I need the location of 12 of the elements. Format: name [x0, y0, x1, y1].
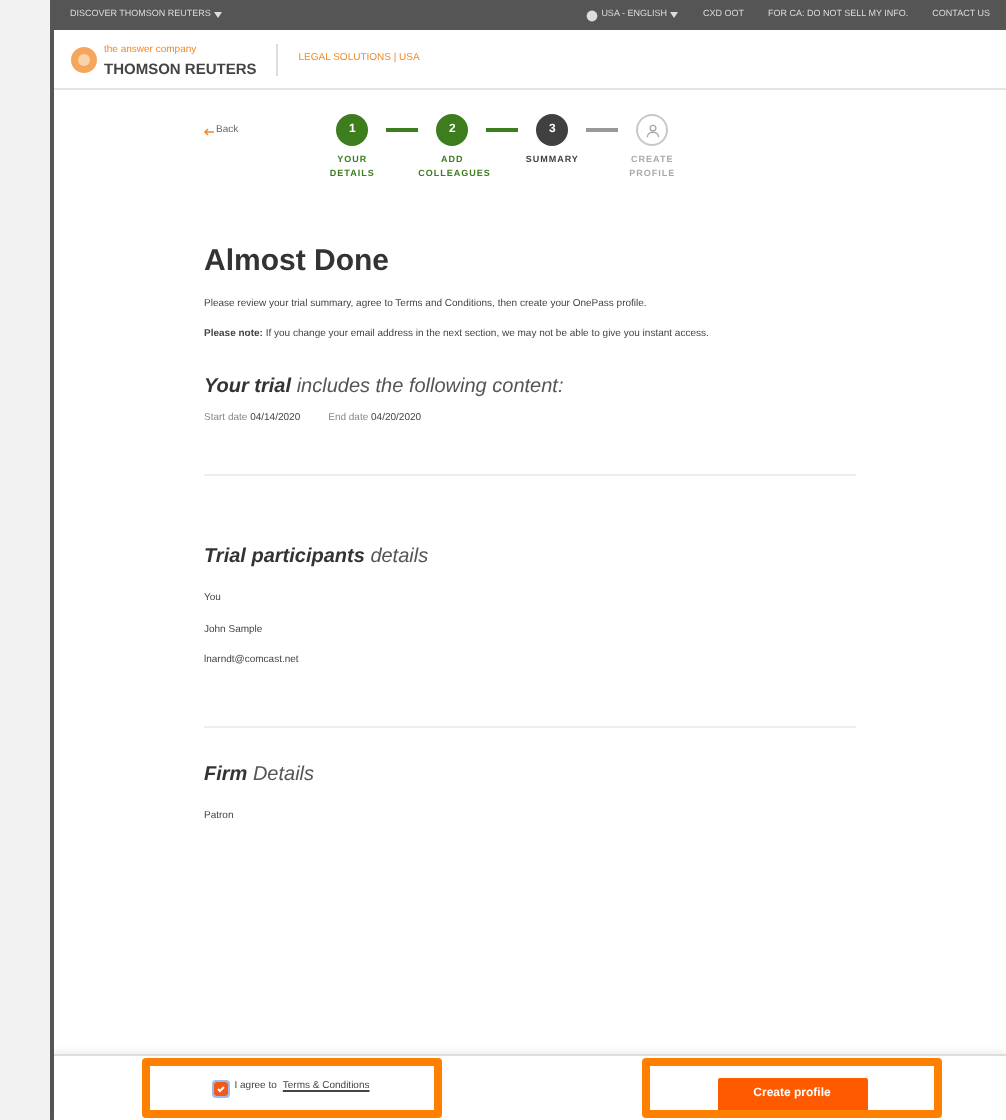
globe-icon	[585, 9, 598, 21]
caret-icon	[214, 12, 223, 18]
caret-icon	[670, 12, 679, 18]
left-arrow-icon	[204, 127, 214, 136]
page-title: Almost Done	[204, 242, 392, 282]
section-heading: Firm Details	[204, 761, 317, 789]
section-heading: Trial participants details	[204, 544, 431, 572]
brand-logo-icon	[70, 45, 98, 73]
check-icon	[216, 1083, 227, 1093]
person-icon	[645, 123, 660, 137]
section-heading: Your trial includes the following content:	[204, 373, 566, 401]
agree-checkbox[interactable]	[214, 1081, 229, 1095]
